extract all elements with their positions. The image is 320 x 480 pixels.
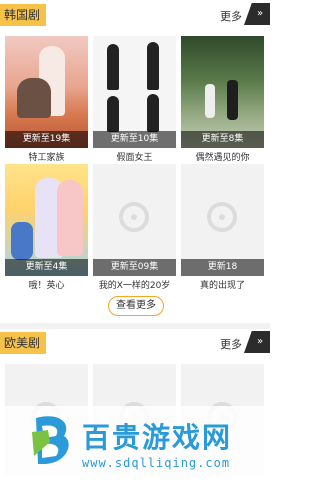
double-chevron-right-icon[interactable]: » (244, 331, 270, 353)
drama-poster[interactable]: 更新至4集 (5, 164, 88, 276)
drama-poster[interactable]: 更新至19集 (5, 36, 88, 148)
drama-card[interactable]: 更新至4集 哦！英心 (5, 164, 88, 291)
drama-title[interactable]: 假面女王 (93, 150, 176, 163)
drama-title[interactable]: 真的出现了 (181, 278, 264, 291)
see-more-button[interactable]: 查看更多 (108, 296, 164, 316)
section-title-korean: 韩国剧 (0, 4, 46, 26)
poster-figure (17, 78, 51, 118)
film-reel-icon (119, 202, 149, 232)
drama-title[interactable]: 特工家族 (5, 150, 88, 163)
korean-section-header: 韩国剧 更多 » (0, 2, 270, 28)
double-chevron-right-icon[interactable]: » (244, 3, 270, 25)
drama-poster[interactable]: 更新至8集 (181, 36, 264, 148)
drama-card[interactable]: 更新18 真的出现了 (181, 164, 264, 291)
drama-card[interactable]: 更新至10集 假面女王 (93, 36, 176, 163)
film-reel-icon (207, 202, 237, 232)
poster-figure (107, 44, 119, 90)
section-divider (0, 323, 270, 329)
episode-badge: 更新至8集 (181, 131, 264, 148)
more-link-western[interactable]: 更多 (220, 336, 242, 352)
drama-poster[interactable]: 更新至09集 (93, 164, 176, 276)
drama-poster[interactable]: 更新18 (181, 164, 264, 276)
drama-card[interactable]: 更新至8集 偶然遇见的你 (181, 36, 264, 163)
episode-badge: 更新至09集 (93, 259, 176, 276)
drama-title[interactable]: 哦！英心 (5, 278, 88, 291)
poster-figure (107, 96, 119, 132)
episode-badge: 更新至4集 (5, 259, 88, 276)
western-section-header: 欧美剧 更多 » (0, 330, 270, 356)
poster-figure (227, 80, 238, 120)
watermark-url: www.sdqlliqing.com (82, 456, 231, 470)
episode-badge: 更新18 (181, 259, 264, 276)
episode-badge: 更新至10集 (93, 131, 176, 148)
drama-poster[interactable]: 更新至10集 (93, 36, 176, 148)
watermark-title: 百贵游戏网 (82, 421, 233, 454)
drama-card[interactable]: 更新至19集 特工家族 (5, 36, 88, 163)
section-title-western: 欧美剧 (0, 332, 46, 354)
poster-figure (11, 222, 33, 260)
drama-title[interactable]: 我的X一样的20岁 (93, 278, 176, 291)
drama-card[interactable]: 更新至09集 我的X一样的20岁 (93, 164, 176, 291)
more-link-korean[interactable]: 更多 (220, 8, 242, 24)
poster-figure (57, 180, 83, 256)
drama-title[interactable]: 偶然遇见的你 (181, 150, 264, 163)
episode-badge: 更新至19集 (5, 131, 88, 148)
site-watermark: 百贵游戏网 www.sdqlliqing.com (0, 406, 270, 480)
poster-figure (147, 94, 159, 132)
poster-figure (205, 84, 215, 118)
poster-figure (147, 42, 159, 90)
watermark-logo-icon (32, 416, 69, 464)
